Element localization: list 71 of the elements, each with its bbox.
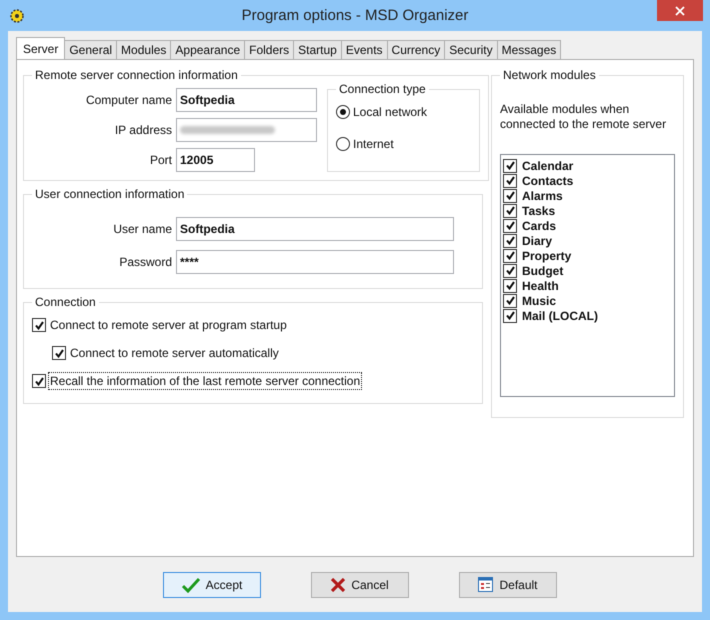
- dialog-button[interactable]: Default: [459, 572, 557, 598]
- input-field[interactable]: 12005: [176, 148, 255, 172]
- checkbox[interactable]: [32, 318, 46, 332]
- check-icon: [34, 320, 44, 330]
- field-label: Computer name: [84, 93, 172, 107]
- check-icon: [34, 376, 44, 386]
- cross-icon: [331, 578, 346, 592]
- radio-label: Internet: [353, 137, 394, 151]
- checkbox-label: Recall the information of the last remote server connection: [49, 373, 362, 389]
- tab[interactable]: Events: [340, 40, 388, 59]
- checkbox[interactable]: [52, 346, 66, 360]
- dialog-button[interactable]: Accept: [163, 572, 261, 598]
- radio-button[interactable]: [336, 137, 350, 151]
- input-field[interactable]: Softpedia: [176, 217, 454, 241]
- field-label: IP address: [114, 123, 172, 137]
- radio-label: Local network: [353, 105, 428, 119]
- module-label: Mail (LOCAL): [522, 308, 598, 322]
- checkbox[interactable]: [503, 234, 517, 248]
- checkbox[interactable]: [503, 308, 517, 322]
- description-text: Available modules when connected to the remote server: [500, 102, 668, 132]
- checkbox[interactable]: [503, 174, 517, 188]
- window-title: Program options - MSD Organizer: [242, 7, 468, 24]
- module-label: Tasks: [522, 204, 556, 218]
- checkbox-label: Connect to remote server automatically: [69, 345, 280, 361]
- module-label: Calendar: [522, 158, 574, 172]
- blurred-input-field[interactable]: [176, 118, 317, 142]
- field-label: Port: [148, 153, 172, 167]
- close-button[interactable]: [657, 0, 703, 21]
- check-icon: [54, 348, 64, 358]
- close-icon: [675, 6, 685, 16]
- checkbox[interactable]: [503, 294, 517, 308]
- module-label: Alarms: [522, 188, 563, 202]
- checkbox-label: Connect to remote server at program startup: [49, 317, 288, 333]
- module-label: Music: [522, 294, 556, 308]
- checkbox[interactable]: [503, 264, 517, 278]
- tab[interactable]: Folders: [244, 40, 294, 59]
- checkbox[interactable]: [503, 204, 517, 218]
- module-label: Property: [522, 248, 572, 262]
- tab[interactable]: General: [64, 40, 118, 59]
- field-label: User name: [112, 222, 172, 236]
- tab[interactable]: Startup: [293, 40, 342, 59]
- group-title: Network modules: [502, 68, 597, 82]
- form-icon: [478, 577, 494, 592]
- tab[interactable]: Currency: [386, 40, 446, 59]
- tab[interactable]: Security: [444, 40, 498, 59]
- group-title: Connection: [34, 295, 97, 309]
- checkbox[interactable]: [32, 374, 46, 388]
- field-label: Password: [118, 255, 172, 269]
- module-label: Diary: [522, 234, 552, 248]
- group-title: User connection information: [34, 187, 186, 201]
- radio-button[interactable]: [336, 105, 350, 119]
- tab[interactable]: Server: [16, 37, 66, 59]
- module-label: Budget: [522, 264, 564, 278]
- dialog-button[interactable]: Cancel: [311, 572, 409, 598]
- input-field[interactable]: Softpedia: [176, 88, 317, 112]
- group-title: Remote server connection information: [34, 68, 239, 82]
- check-icon: [182, 576, 200, 592]
- tab[interactable]: Appearance: [170, 40, 246, 59]
- module-label: Contacts: [522, 174, 574, 188]
- checkbox[interactable]: [503, 188, 517, 202]
- checkbox[interactable]: [503, 248, 517, 262]
- tab[interactable]: Modules: [116, 40, 172, 59]
- input-field[interactable]: ****: [176, 250, 454, 274]
- checkbox[interactable]: [503, 218, 517, 232]
- tab[interactable]: Messages: [496, 40, 562, 59]
- group-title: Connection type: [338, 82, 427, 96]
- checkbox[interactable]: [503, 278, 517, 292]
- checkbox[interactable]: [503, 158, 517, 172]
- gear-icon: [9, 8, 25, 24]
- module-label: Health: [522, 278, 559, 292]
- module-label: Cards: [522, 218, 556, 232]
